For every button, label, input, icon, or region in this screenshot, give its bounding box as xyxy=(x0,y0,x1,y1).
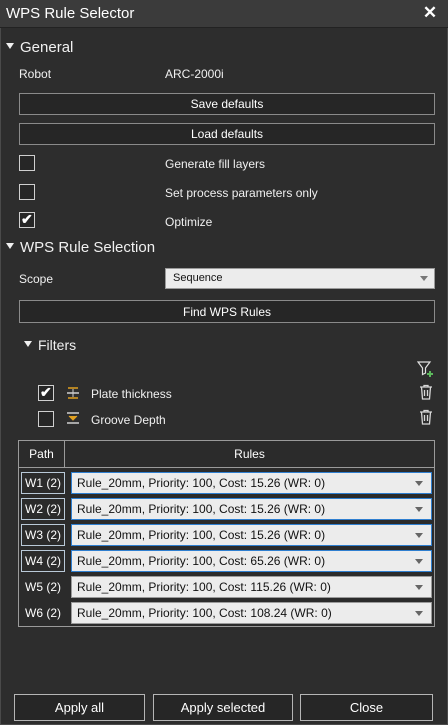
set-process-params-label: Set process parameters only xyxy=(165,186,318,200)
rule-select-value: Rule_20mm, Priority: 100, Cost: 15.26 (W… xyxy=(77,528,326,542)
chevron-down-icon xyxy=(415,507,423,512)
collapse-arrow-icon xyxy=(6,243,14,250)
rule-select[interactable]: Rule_20mm, Priority: 100, Cost: 15.26 (W… xyxy=(71,524,432,546)
generate-fill-layers-label: Generate fill layers xyxy=(165,157,266,171)
optimize-checkbox[interactable]: ✔ xyxy=(19,211,35,228)
general-section-header[interactable]: General xyxy=(6,39,73,56)
chevron-down-icon xyxy=(415,533,423,538)
close-icon[interactable]: ✕ xyxy=(420,3,440,23)
wps-header-label: WPS Rule Selection xyxy=(20,239,156,256)
plate-thickness-label: Plate thickness xyxy=(91,387,172,401)
chevron-down-icon xyxy=(415,611,423,616)
rule-select-value: Rule_20mm, Priority: 100, Cost: 15.26 (W… xyxy=(77,502,326,516)
general-header-label: General xyxy=(20,39,74,56)
rule-select-value: Rule_20mm, Priority: 100, Cost: 65.26 (W… xyxy=(77,554,326,568)
filter-add-icon[interactable] xyxy=(417,361,435,377)
set-process-params-checkbox[interactable] xyxy=(19,184,35,200)
rule-select[interactable]: Rule_20mm, Priority: 100, Cost: 15.26 (W… xyxy=(71,472,432,494)
close-button[interactable]: Close xyxy=(300,694,433,721)
row-path-cell[interactable]: W1 (2) xyxy=(21,472,65,494)
save-defaults-button[interactable]: Save defaults xyxy=(19,93,435,115)
plate-thickness-icon xyxy=(67,387,79,399)
filters-header-label: Filters xyxy=(38,337,77,353)
collapse-arrow-icon xyxy=(6,43,14,50)
trash-icon[interactable] xyxy=(419,409,433,425)
scope-label: Scope xyxy=(19,272,54,286)
rule-select[interactable]: Rule_20mm, Priority: 100, Cost: 108.24 (… xyxy=(71,602,432,624)
title-bar: WPS Rule Selector ✕ xyxy=(0,0,448,28)
row-path-cell[interactable]: W4 (2) xyxy=(21,550,65,572)
groove-depth-checkbox[interactable] xyxy=(38,411,54,427)
checkmark-icon: ✔ xyxy=(21,211,33,227)
wps-section-header[interactable]: WPS Rule Selection xyxy=(6,239,155,256)
scope-value: Sequence xyxy=(173,272,223,284)
rule-select-value: Rule_20mm, Priority: 100, Cost: 15.26 (W… xyxy=(77,476,326,490)
chevron-down-icon xyxy=(415,559,423,564)
column-header-rules[interactable]: Rules xyxy=(65,441,434,468)
optimize-label: Optimize xyxy=(165,215,213,229)
robot-label: Robot xyxy=(19,67,52,81)
find-wps-rules-button[interactable]: Find WPS Rules xyxy=(19,300,435,323)
checkmark-icon: ✔ xyxy=(40,384,52,400)
rule-select[interactable]: Rule_20mm, Priority: 100, Cost: 15.26 (W… xyxy=(71,498,432,520)
rules-table: Path Rules W1 (2) Rule_20mm, Priority: 1… xyxy=(18,440,435,627)
row-path-cell[interactable]: W2 (2) xyxy=(21,498,65,520)
generate-fill-layers-checkbox[interactable] xyxy=(19,155,35,171)
chevron-down-icon xyxy=(415,481,423,486)
row-path-cell[interactable]: W3 (2) xyxy=(21,524,65,546)
collapse-arrow-icon xyxy=(24,341,32,348)
filters-section-header[interactable]: Filters xyxy=(24,337,76,353)
column-header-path[interactable]: Path xyxy=(19,441,65,468)
chevron-down-icon xyxy=(420,276,428,281)
rule-select[interactable]: Rule_20mm, Priority: 100, Cost: 65.26 (W… xyxy=(71,550,432,572)
rule-select-value: Rule_20mm, Priority: 100, Cost: 108.24 (… xyxy=(77,606,332,620)
rule-select-value: Rule_20mm, Priority: 100, Cost: 115.26 (… xyxy=(77,580,331,594)
window-title: WPS Rule Selector xyxy=(6,5,135,22)
plate-thickness-checkbox[interactable]: ✔ xyxy=(38,384,54,401)
groove-depth-icon xyxy=(67,412,79,424)
row-path-cell[interactable]: W5 (2) xyxy=(21,576,65,598)
apply-selected-button[interactable]: Apply selected xyxy=(153,694,293,721)
chevron-down-icon xyxy=(415,585,423,590)
groove-depth-label: Groove Depth xyxy=(91,413,166,427)
rule-select[interactable]: Rule_20mm, Priority: 100, Cost: 115.26 (… xyxy=(71,576,432,598)
trash-icon[interactable] xyxy=(419,384,433,400)
apply-all-button[interactable]: Apply all xyxy=(14,694,145,721)
scope-select[interactable]: Sequence xyxy=(165,268,435,289)
row-path-cell[interactable]: W6 (2) xyxy=(21,602,65,624)
robot-value: ARC-2000i xyxy=(165,67,224,81)
load-defaults-button[interactable]: Load defaults xyxy=(19,123,435,145)
